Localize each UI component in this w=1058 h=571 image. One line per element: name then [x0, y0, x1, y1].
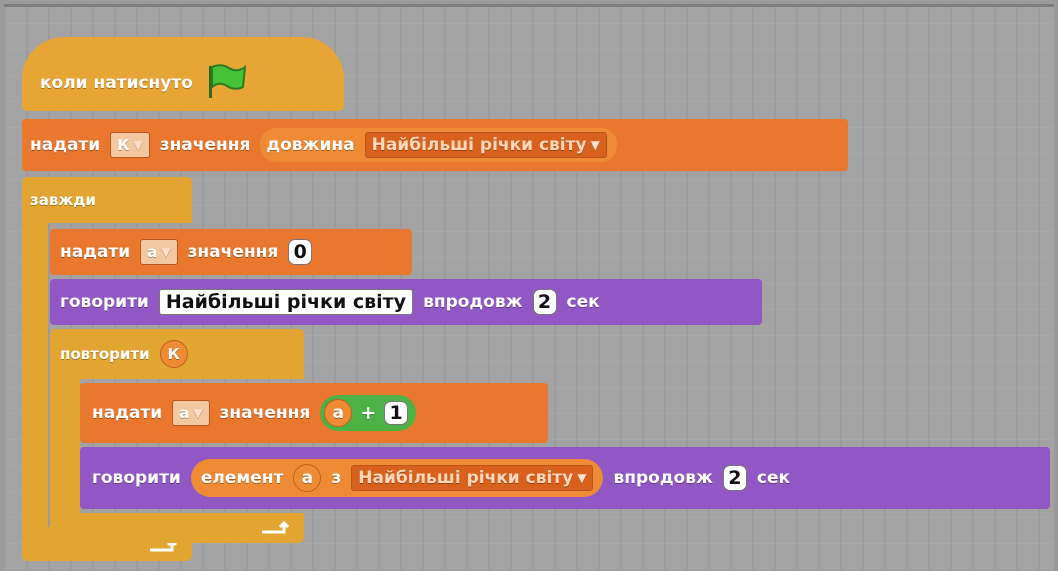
seconds-input[interactable]: 2 [532, 289, 557, 315]
dropdown-arrow-icon: ▼ [133, 138, 143, 152]
variable-dropdown-a[interactable]: а ▼ [140, 239, 178, 265]
index-variable[interactable]: а [293, 464, 322, 492]
repeat-block[interactable]: повторити К [50, 329, 304, 379]
to-label: значення [187, 242, 279, 262]
set-k-block[interactable]: надати К ▼ значення довжина Найбільші рі… [22, 119, 848, 171]
seconds-unit: сек [756, 468, 791, 488]
operand-variable[interactable]: а [324, 399, 353, 427]
say-title-block[interactable]: говорити Найбільші річки світу впродовж … [50, 279, 762, 325]
when-flag-clicked-block[interactable]: коли натиснуто [22, 37, 344, 111]
hat-label: коли натиснуто [40, 73, 193, 93]
variable-name: К [117, 136, 130, 154]
variable-name: а [179, 404, 190, 422]
say-item-block[interactable]: говорити елемент а з Найбільші річки сві… [80, 447, 1050, 509]
loop-arrow-icon [262, 521, 290, 534]
length-label: довжина [266, 135, 355, 155]
say-keyword: говорити [60, 292, 149, 312]
list-name: Найбільші річки світу [358, 468, 574, 488]
for-label: впродовж [423, 292, 523, 312]
dropdown-arrow-icon: ▼ [577, 471, 587, 485]
variable-name: а [147, 243, 158, 261]
plus-operator: + [360, 402, 377, 424]
list-dropdown[interactable]: Найбільші річки світу ▼ [364, 132, 607, 158]
to-label: значення [159, 135, 251, 155]
length-of-list-reporter[interactable]: довжина Найбільші річки світу ▼ [260, 128, 617, 162]
forever-label: завжди [30, 191, 96, 209]
set-keyword: надати [30, 135, 101, 155]
value-input[interactable]: 0 [288, 239, 313, 265]
set-keyword: надати [60, 242, 131, 262]
seconds-unit: сек [566, 292, 600, 312]
dropdown-arrow-icon: ▼ [590, 138, 600, 152]
repeat-count-variable[interactable]: К [159, 340, 188, 368]
forever-block[interactable]: завжди [22, 177, 192, 223]
set-keyword: надати [92, 403, 163, 423]
repeat-arm [50, 377, 80, 517]
dropdown-arrow-icon: ▼ [193, 406, 203, 420]
item-label: елемент [200, 468, 284, 488]
list-name: Найбільші річки світу [371, 135, 587, 155]
variable-dropdown-a[interactable]: а ▼ [172, 400, 210, 426]
say-keyword: говорити [92, 468, 181, 488]
set-a-zero-block[interactable]: надати а ▼ значення 0 [50, 229, 412, 275]
variable-dropdown-k[interactable]: К ▼ [110, 132, 150, 158]
list-dropdown[interactable]: Найбільші річки світу ▼ [351, 465, 594, 491]
of-label: з [331, 468, 342, 488]
to-label: значення [219, 403, 311, 423]
dropdown-arrow-icon: ▼ [161, 245, 171, 259]
script-area[interactable]: коли натиснуто надати К ▼ значення довжи… [4, 4, 1054, 570]
operand-input[interactable]: 1 [384, 401, 409, 425]
forever-arm [22, 221, 48, 529]
for-label: впродовж [613, 468, 713, 488]
addition-operator[interactable]: а + 1 [320, 395, 417, 431]
seconds-input[interactable]: 2 [722, 465, 747, 491]
repeat-bottom [50, 513, 304, 543]
repeat-label: повторити [60, 345, 150, 363]
item-of-list-reporter[interactable]: елемент а з Найбільші річки світу ▼ [190, 459, 604, 497]
increment-a-block[interactable]: надати а ▼ значення а + 1 [80, 383, 548, 443]
message-input[interactable]: Найбільші річки світу [158, 289, 414, 315]
green-flag-icon [205, 63, 247, 104]
